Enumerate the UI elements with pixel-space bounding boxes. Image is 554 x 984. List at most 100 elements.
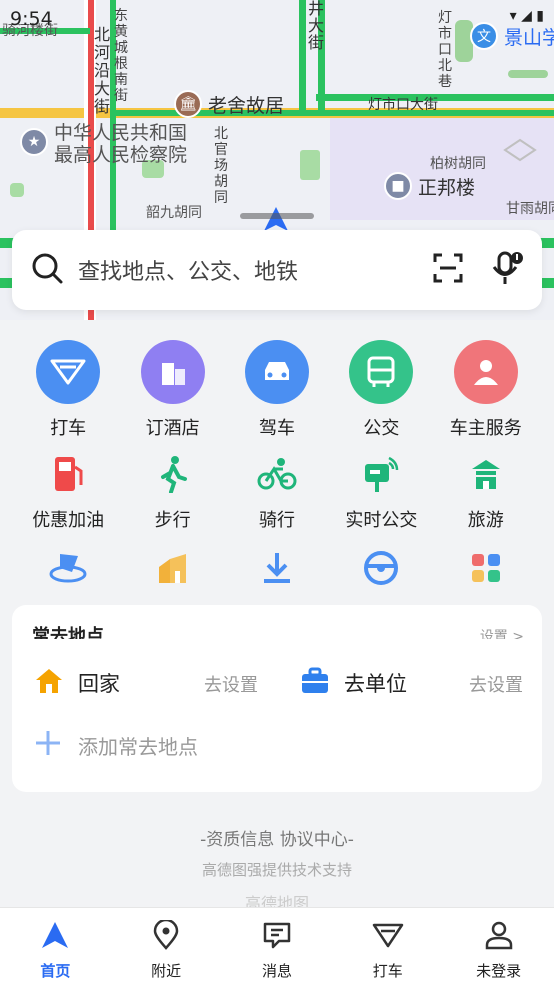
- service-label: 公交: [363, 418, 400, 439]
- bike-icon: [245, 452, 309, 496]
- briefcase-icon: [300, 667, 330, 699]
- landmark-icon: 🏛: [174, 90, 202, 118]
- service-label: 步行: [154, 510, 191, 531]
- fuel-icon: [36, 452, 100, 496]
- message-icon: [262, 920, 292, 954]
- service-car-owner[interactable]: 车主服务: [436, 340, 536, 440]
- location-pin-icon: [151, 918, 181, 954]
- travel-icon: [454, 452, 518, 496]
- work-entry[interactable]: 去单位: [300, 663, 407, 703]
- star-icon: ★: [20, 128, 48, 156]
- user-icon: [484, 920, 514, 954]
- frequent-places-card: 常去地点 设置 > 回家 去设置 去单位 去设置 添加常去地点: [12, 605, 542, 792]
- tab-profile[interactable]: 未登录: [449, 908, 549, 984]
- tab-label: 打车: [372, 962, 403, 980]
- tab-label: 未登录: [476, 962, 522, 980]
- poi-label: 正邦楼: [418, 176, 476, 199]
- work-label: 去单位: [344, 672, 407, 696]
- card-title: 常去地点: [32, 626, 104, 639]
- service-taxi[interactable]: 打车: [18, 340, 118, 440]
- map-label: 柏树胡同: [430, 156, 486, 172]
- poi-label: 老舍故居: [208, 94, 285, 117]
- service-label: 订酒店: [145, 418, 200, 439]
- service-steering[interactable]: [331, 546, 431, 590]
- qualification-links[interactable]: -资质信息 协议中心-: [0, 825, 554, 850]
- home-set-button[interactable]: 去设置: [204, 671, 258, 697]
- realtime-bus-icon: [349, 452, 413, 496]
- home-label: 回家: [78, 672, 120, 696]
- service-label: 驾车: [258, 418, 295, 439]
- tab-taxi[interactable]: 打车: [338, 908, 438, 984]
- poi-zhengbang[interactable]: ■ 正邦楼: [384, 172, 475, 200]
- map-label: 灯市口大街: [368, 97, 438, 113]
- services-row-2: 优惠加油 步行 骑行 实时公交 旅游: [0, 452, 554, 532]
- poi-laoshe[interactable]: 🏛 老舍故居: [174, 90, 284, 118]
- add-place-button[interactable]: 添加常去地点: [34, 729, 198, 761]
- status-time: 9:54: [10, 8, 53, 30]
- navigation-arrow-icon: [40, 920, 70, 954]
- service-hotel[interactable]: 订酒店: [123, 340, 223, 440]
- search-input[interactable]: 查找地点、公交、地铁: [78, 254, 432, 286]
- search-bar[interactable]: 查找地点、公交、地铁: [12, 230, 542, 310]
- service-bike[interactable]: 骑行: [227, 452, 327, 532]
- work-set-button[interactable]: 去设置: [469, 671, 523, 697]
- bus-icon: [349, 340, 414, 404]
- home-icon: [34, 667, 64, 699]
- tab-nearby[interactable]: 附近: [116, 908, 216, 984]
- taxi-icon: [372, 920, 404, 954]
- add-place-label: 添加常去地点: [78, 734, 198, 759]
- car-icon: [244, 340, 309, 404]
- building-icon: [141, 546, 205, 590]
- status-icons: ▾ ◢ ▮: [509, 8, 544, 24]
- poi-label: 最高人民检察院: [54, 144, 188, 166]
- walk-icon: [141, 452, 205, 496]
- building-icon: ■: [384, 172, 412, 200]
- tab-messages[interactable]: 消息: [227, 908, 327, 984]
- service-drive[interactable]: 驾车: [227, 340, 327, 440]
- poi-label: 中华人民共和国: [54, 122, 188, 144]
- tab-label: 首页: [40, 962, 71, 980]
- hotel-icon: [140, 340, 205, 404]
- discount-icon: [36, 546, 100, 590]
- more-apps-icon: [454, 546, 518, 590]
- services-row-1: 打车 订酒店 驾车 公交 车主服务: [0, 340, 554, 440]
- poi-procuratorate[interactable]: ★ 中华人民共和国 最高人民检察院: [20, 122, 187, 166]
- plus-icon: [34, 729, 62, 761]
- microphone-icon[interactable]: [490, 250, 524, 290]
- service-label: 实时公交: [345, 510, 418, 531]
- service-realtime-bus[interactable]: 实时公交: [331, 452, 431, 532]
- settings-link[interactable]: 设置 >: [480, 625, 524, 639]
- steering-wheel-icon: [349, 546, 413, 590]
- bottom-tab-bar: 首页 附近 消息 打车 未登录: [0, 907, 554, 984]
- map-label: 甘雨胡同: [506, 201, 554, 217]
- service-fuel[interactable]: 优惠加油: [18, 452, 118, 532]
- tech-support-text: 高德图强提供技术支持: [201, 861, 352, 879]
- taxi-icon: [36, 340, 101, 404]
- service-walk[interactable]: 步行: [123, 452, 223, 532]
- map-label: 北官场胡同: [214, 126, 228, 206]
- location-arrow-icon: [262, 205, 290, 233]
- service-label: 骑行: [258, 510, 295, 531]
- search-icon: [30, 251, 64, 289]
- service-bus[interactable]: 公交: [331, 340, 431, 440]
- drag-handle[interactable]: [240, 213, 314, 219]
- service-download[interactable]: [227, 546, 327, 590]
- service-label: 优惠加油: [32, 510, 105, 531]
- tab-label: 附近: [151, 962, 182, 980]
- service-travel[interactable]: 旅游: [436, 452, 536, 532]
- status-bar: 9:54 ▾ ◢ ▮: [0, 0, 554, 34]
- service-label: 车主服务: [449, 418, 522, 439]
- map-label: 韶九胡同: [146, 205, 202, 221]
- map-label: 北河沿大街: [94, 25, 111, 116]
- download-icon: [245, 546, 309, 590]
- service-real-estate[interactable]: [123, 546, 223, 590]
- service-more[interactable]: [436, 546, 536, 590]
- service-label: 旅游: [467, 510, 504, 531]
- services-row-3: [0, 546, 554, 590]
- tab-label: 消息: [261, 962, 292, 980]
- scan-icon[interactable]: [432, 252, 464, 288]
- tab-home[interactable]: 首页: [5, 908, 105, 984]
- service-discount[interactable]: [18, 546, 118, 590]
- service-label: 打车: [50, 418, 87, 439]
- home-entry[interactable]: 回家: [34, 663, 120, 703]
